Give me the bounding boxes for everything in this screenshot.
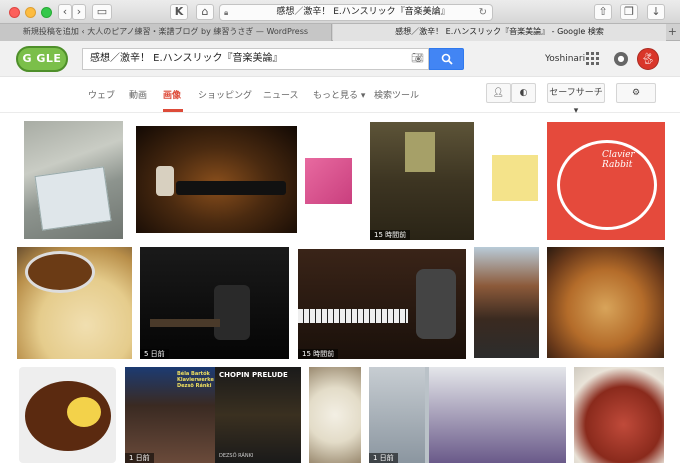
- cd-ranki-text: DEZSŐ RÁNKI: [219, 453, 254, 459]
- result-image-cd-covers[interactable]: Béla Bartók Klavierwerke Dezsö Ránki CHO…: [125, 367, 301, 463]
- google-doodle-logo[interactable]: G GLE: [16, 46, 68, 72]
- tab-wordpress[interactable]: 新規投稿を追加 ‹ 大人のピアノ練習・楽譜ブログ by 練習うさぎ — Word…: [0, 24, 332, 41]
- magnifier-icon: [441, 53, 453, 65]
- result-image-shrine[interactable]: [474, 247, 539, 358]
- tabs-overview-icon[interactable]: ❐: [620, 4, 638, 20]
- result-image-stone-corridor[interactable]: 15 時間前: [370, 122, 474, 240]
- tab-videos[interactable]: 動画: [129, 88, 147, 101]
- tab-more[interactable]: もっと見る ▾: [313, 88, 365, 101]
- result-image-yellow-book[interactable]: [492, 155, 538, 201]
- private-results-button[interactable]: 👤︎: [486, 83, 511, 103]
- reload-icon[interactable]: ↻: [479, 5, 487, 20]
- download-icon[interactable]: ↓: [647, 4, 665, 20]
- result-image-pianist-stage[interactable]: [136, 126, 297, 233]
- sidebar-icon[interactable]: ▭: [92, 4, 112, 20]
- zoom-window-button[interactable]: [41, 7, 52, 18]
- safe-search-button[interactable]: セーフサーチ ▾: [547, 83, 605, 116]
- timestamp-label: 1 日前: [369, 453, 398, 463]
- tab-web[interactable]: ウェブ: [88, 88, 115, 101]
- image-results-grid: 15 時間前 Clavier Rabbit 5 日前 15 時間前 Béla B…: [0, 113, 680, 471]
- bookmark-k-icon[interactable]: K: [170, 4, 188, 20]
- tab-label: 感想／激辛！ E.ハンスリック『音楽美論』 - Google 検索: [395, 27, 604, 36]
- tab-news[interactable]: ニュース: [263, 88, 299, 101]
- share-icon[interactable]: ⇧: [594, 4, 612, 20]
- result-image-curry[interactable]: [19, 367, 116, 463]
- result-image-clavier-rabbit[interactable]: Clavier Rabbit: [547, 122, 665, 240]
- tab-shopping[interactable]: ショッピング: [198, 88, 252, 101]
- search-nav: ウェブ 動画 画像 ショッピング ニュース もっと見る ▾ 検索ツール 👤︎ ◐…: [0, 77, 680, 116]
- timestamp-label: 15 時間前: [298, 349, 339, 359]
- active-tab-underline: [163, 109, 183, 112]
- tab-search-tools[interactable]: 検索ツール: [374, 88, 419, 101]
- result-image-books[interactable]: [24, 121, 123, 239]
- timestamp-label: 5 日前: [140, 349, 169, 359]
- result-image-pianist-dark[interactable]: 5 日前: [140, 247, 289, 359]
- minimize-window-button[interactable]: [25, 7, 36, 18]
- back-icon[interactable]: ‹: [58, 4, 72, 20]
- result-image-okonomiyaki[interactable]: [547, 247, 664, 358]
- timestamp-label: 1 日前: [125, 453, 154, 463]
- result-image-portraits[interactable]: 1 日前: [369, 367, 566, 463]
- search-input[interactable]: 感想／激辛！ E.ハンスリック『音楽美論』 📷︎: [82, 48, 429, 70]
- search-query: 感想／激辛！ E.ハンスリック『音楽美論』: [90, 53, 283, 64]
- tab-google-search[interactable]: 感想／激辛！ E.ハンスリック『音楽美論』 - Google 検索: [333, 24, 666, 41]
- result-image-soup[interactable]: [309, 367, 361, 463]
- result-image-roast-beef[interactable]: [574, 367, 664, 463]
- result-image-udon[interactable]: [17, 247, 132, 359]
- clavier-rabbit-text: Clavier Rabbit: [602, 150, 635, 170]
- user-name[interactable]: Yoshinari: [545, 54, 585, 64]
- cd-bartok-text: Béla Bartók Klavierwerke Dezsö Ránki: [177, 371, 214, 389]
- apps-grid-icon[interactable]: [586, 52, 600, 66]
- camera-icon[interactable]: 📷︎: [411, 49, 424, 69]
- browser-toolbar: ‹ › ▭ K ⌂ 🔒︎ 感想／激辛！ E.ハンスリック『音楽美論』 ↻ ⇧ ❐…: [0, 0, 680, 24]
- forward-icon[interactable]: ›: [72, 4, 86, 20]
- settings-gear-icon[interactable]: ⚙: [616, 83, 656, 103]
- tab-label: 新規投稿を追加 ‹ 大人のピアノ練習・楽譜ブログ by 練習うさぎ — Word…: [22, 27, 309, 36]
- notification-bell-icon[interactable]: ●: [614, 52, 628, 66]
- home-icon[interactable]: ⌂: [196, 4, 214, 20]
- avatar[interactable]: 🐇︎: [637, 48, 659, 70]
- plus-icon[interactable]: +: [668, 25, 677, 38]
- result-image-pink-book[interactable]: [305, 158, 352, 204]
- result-image-pianist-grand[interactable]: 15 時間前: [298, 249, 466, 359]
- google-header: G GLE 感想／激辛！ E.ハンスリック『音楽美論』 📷︎ Yoshinari…: [0, 41, 680, 77]
- timestamp-label: 15 時間前: [370, 230, 411, 240]
- address-bar[interactable]: 🔒︎ 感想／激辛！ E.ハンスリック『音楽美論』 ↻: [219, 4, 493, 21]
- lock-icon: 🔒︎: [224, 8, 229, 17]
- close-window-button[interactable]: [9, 7, 20, 18]
- tab-bar: 新規投稿を追加 ‹ 大人のピアノ練習・楽譜ブログ by 練習うさぎ — Word…: [0, 24, 680, 41]
- tab-images[interactable]: 画像: [163, 88, 181, 101]
- globe-icon[interactable]: ◐: [511, 83, 536, 103]
- address-text: 感想／激辛！ E.ハンスリック『音楽美論』: [276, 7, 450, 17]
- cd-chopin-text: CHOPIN PRELUDE: [219, 371, 288, 379]
- search-button[interactable]: [429, 48, 464, 70]
